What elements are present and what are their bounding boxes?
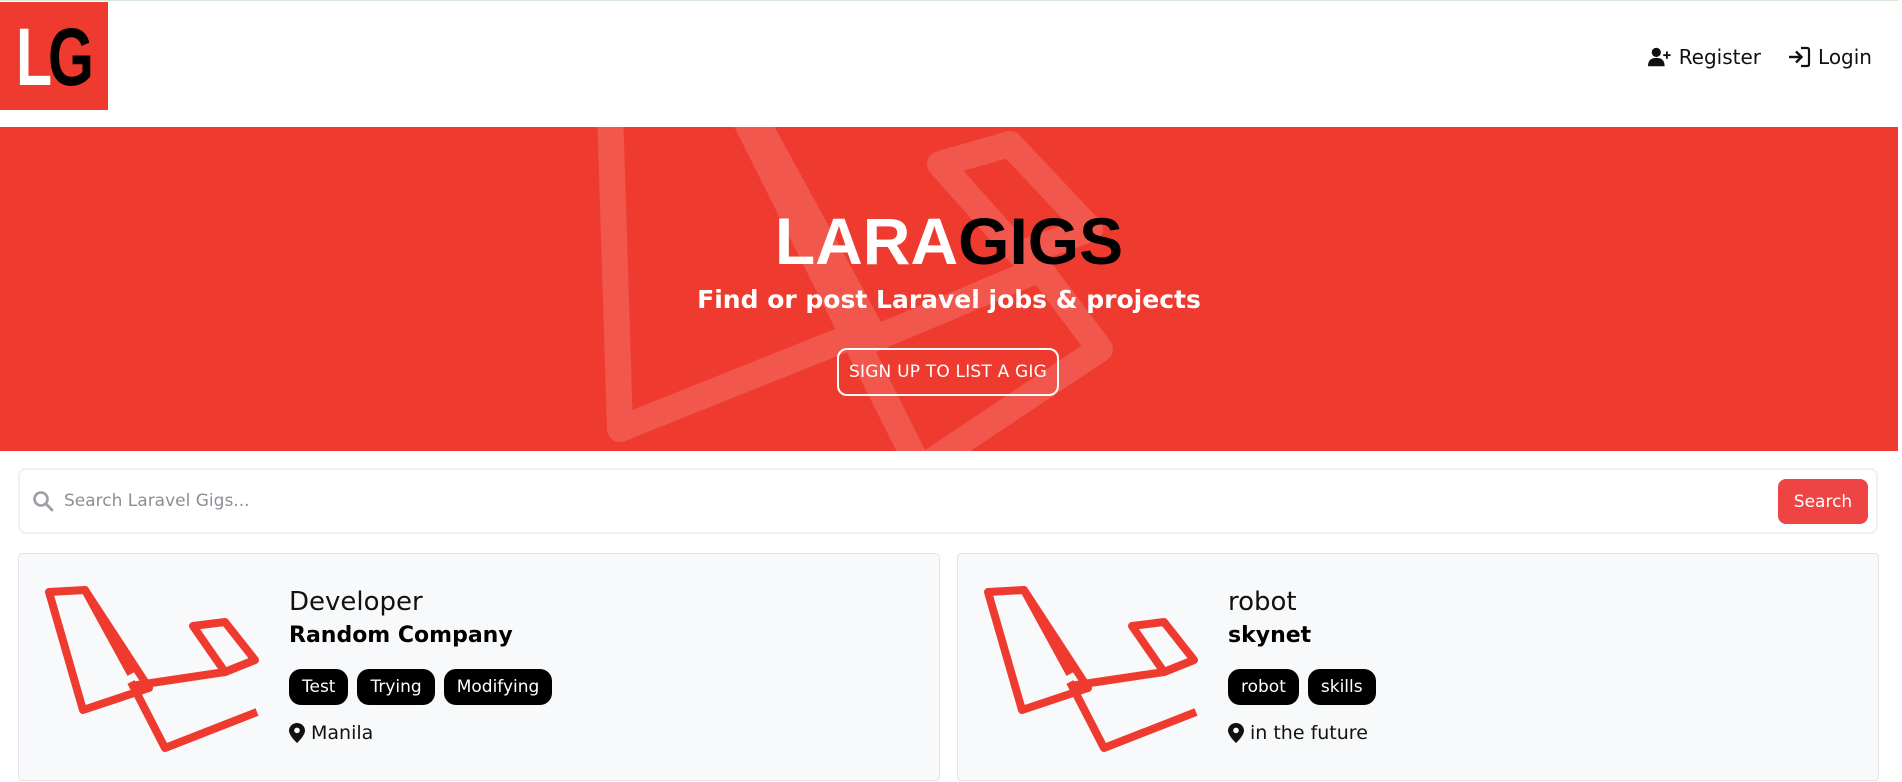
gig-card[interactable]: Developer Random Company Test Trying Mod… (18, 553, 940, 781)
laravel-logo-icon (45, 586, 259, 752)
navbar: L G Register Login (0, 0, 1898, 126)
sign-in-icon (1789, 46, 1811, 68)
gig-company: skynet (1228, 623, 1312, 648)
gig-title[interactable]: Developer (289, 585, 552, 619)
gig-card[interactable]: robot skynet robot skills in the future (957, 553, 1879, 781)
laravel-logo-icon (984, 586, 1198, 752)
tag[interactable]: Test (289, 669, 349, 705)
hero-title-gigs: GIGS (958, 204, 1124, 278)
hero-subtitle: Find or post Laravel jobs & projects (697, 285, 1201, 314)
hero-banner: LARAGIGS Find or post Laravel jobs & pro… (0, 127, 1898, 451)
gig-tags: Test Trying Modifying (289, 669, 553, 705)
gig-company: Random Company (289, 623, 513, 648)
hero-title: LARAGIGS (0, 201, 1898, 281)
tag[interactable]: Trying (357, 669, 435, 705)
search-bar: Search (18, 468, 1878, 534)
user-plus-icon (1647, 47, 1671, 67)
nav-links: Register Login (1647, 45, 1872, 69)
signup-list-gig-button[interactable]: Sign Up to List a Gig (837, 348, 1059, 396)
search-button[interactable]: Search (1778, 479, 1868, 524)
search-input[interactable] (64, 482, 1764, 520)
gig-card-body: robot skynet robot skills in the future (1228, 585, 1376, 744)
gig-location: in the future (1228, 722, 1376, 744)
gig-location-text: Manila (311, 722, 374, 744)
login-label: Login (1818, 45, 1872, 69)
gig-location: Manila (289, 722, 552, 744)
tag[interactable]: robot (1228, 669, 1299, 705)
register-label: Register (1678, 45, 1762, 69)
gig-tags: robot skills (1228, 669, 1376, 705)
logo-letter-g: G (48, 12, 94, 103)
hero-title-lara: LARA (774, 204, 959, 278)
map-marker-icon (1228, 723, 1244, 743)
map-marker-icon (289, 723, 305, 743)
tag[interactable]: skills (1307, 669, 1376, 705)
login-link[interactable]: Login (1787, 45, 1872, 69)
gig-location-text: in the future (1250, 722, 1368, 744)
search-icon (33, 491, 54, 512)
logo-letter-l: L (16, 12, 52, 103)
register-link[interactable]: Register (1647, 45, 1762, 69)
tag[interactable]: Modifying (443, 669, 553, 705)
site-logo[interactable]: L G (0, 2, 108, 110)
gig-card-body: Developer Random Company Test Trying Mod… (289, 585, 553, 744)
gig-title[interactable]: robot (1228, 585, 1376, 619)
